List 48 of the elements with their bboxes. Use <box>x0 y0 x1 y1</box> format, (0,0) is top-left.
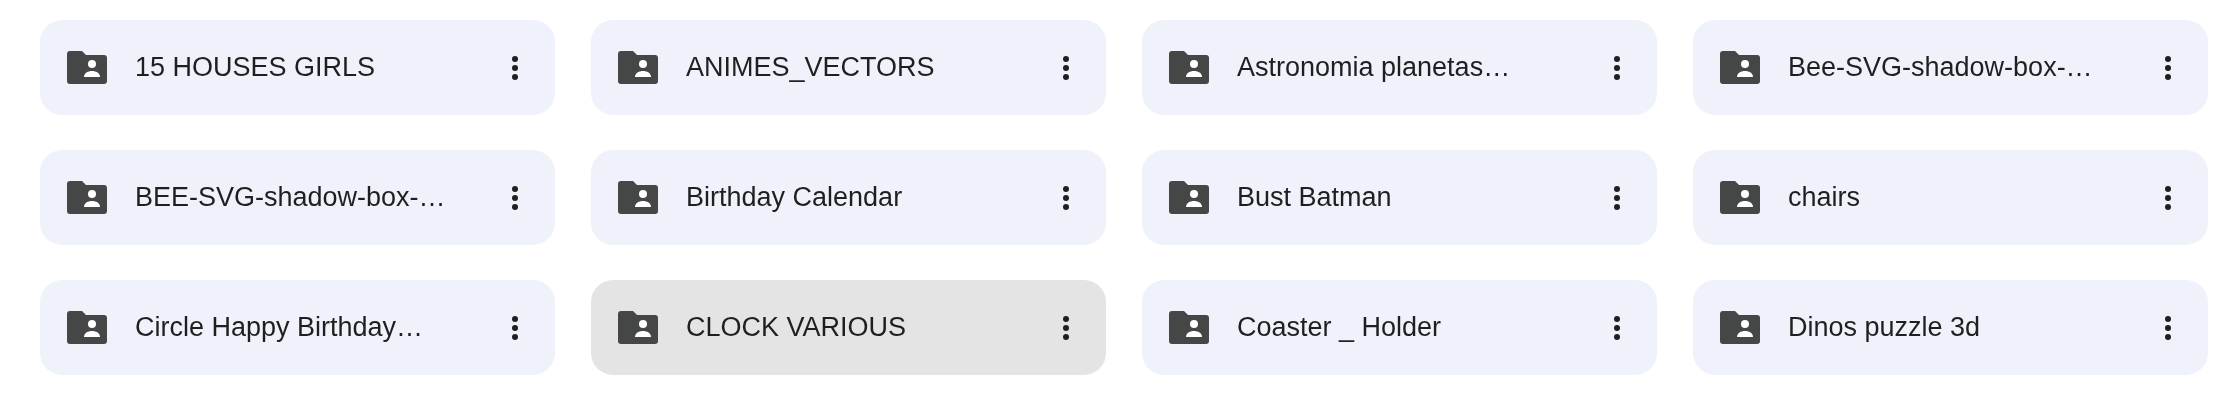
shared-folder-icon <box>1169 181 1209 214</box>
folder-name: Bust Batman <box>1237 181 1393 215</box>
folder-card[interactable]: Coaster _ Holder <box>1142 280 1657 375</box>
more-options-icon <box>2164 184 2172 211</box>
shared-folder-icon <box>618 51 658 84</box>
folder-card[interactable]: ANIMES_VECTORS <box>591 20 1106 115</box>
shared-folder-icon <box>618 311 658 344</box>
more-options-icon <box>1613 54 1621 81</box>
folder-card[interactable]: Birthday Calendar <box>591 150 1106 245</box>
folder-card[interactable]: Dinos puzzle 3d <box>1693 280 2208 375</box>
folder-card[interactable]: Bust Batman <box>1142 150 1657 245</box>
more-options-icon <box>1613 184 1621 211</box>
folder-name: Coaster _ Holder <box>1237 311 1443 345</box>
folder-name: Birthday Calendar <box>686 181 904 215</box>
folder-name: CLOCK VARIOUS <box>686 311 908 345</box>
folder-name: Dinos puzzle 3d <box>1788 311 1982 345</box>
shared-folder-icon <box>67 181 107 214</box>
folder-card[interactable]: Astronomia planetas… <box>1142 20 1657 115</box>
shared-folder-icon <box>1169 311 1209 344</box>
folder-card[interactable]: chairs <box>1693 150 2208 245</box>
shared-folder-icon <box>1720 311 1760 344</box>
folder-card[interactable]: 15 HOUSES GIRLS <box>40 20 555 115</box>
more-options-icon <box>2164 314 2172 341</box>
more-options-icon <box>511 184 519 211</box>
more-options-icon <box>511 54 519 81</box>
folder-card[interactable]: CLOCK VARIOUS <box>591 280 1106 375</box>
folder-name: Astronomia planetas… <box>1237 51 1512 85</box>
folder-card[interactable]: BEE-SVG-shadow-box-… <box>40 150 555 245</box>
folder-name: Bee-SVG-shadow-box-… <box>1788 51 2094 85</box>
folder-name: chairs <box>1788 181 1862 215</box>
more-options-icon <box>2164 54 2172 81</box>
folder-name: 15 HOUSES GIRLS <box>135 51 377 85</box>
folder-card[interactable]: Bee-SVG-shadow-box-… <box>1693 20 2208 115</box>
more-options-icon <box>1062 184 1070 211</box>
shared-folder-icon <box>67 311 107 344</box>
shared-folder-icon <box>1720 181 1760 214</box>
folder-card[interactable]: Circle Happy Birthday… <box>40 280 555 375</box>
shared-folder-icon <box>67 51 107 84</box>
folder-name: Circle Happy Birthday… <box>135 311 425 345</box>
more-options-icon <box>511 314 519 341</box>
shared-folder-icon <box>618 181 658 214</box>
folder-name: BEE-SVG-shadow-box-… <box>135 181 447 215</box>
shared-folder-icon <box>1169 51 1209 84</box>
more-options-icon <box>1062 314 1070 341</box>
folder-name: ANIMES_VECTORS <box>686 51 936 85</box>
shared-folder-icon <box>1720 51 1760 84</box>
more-options-icon <box>1613 314 1621 341</box>
more-options-icon <box>1062 54 1070 81</box>
